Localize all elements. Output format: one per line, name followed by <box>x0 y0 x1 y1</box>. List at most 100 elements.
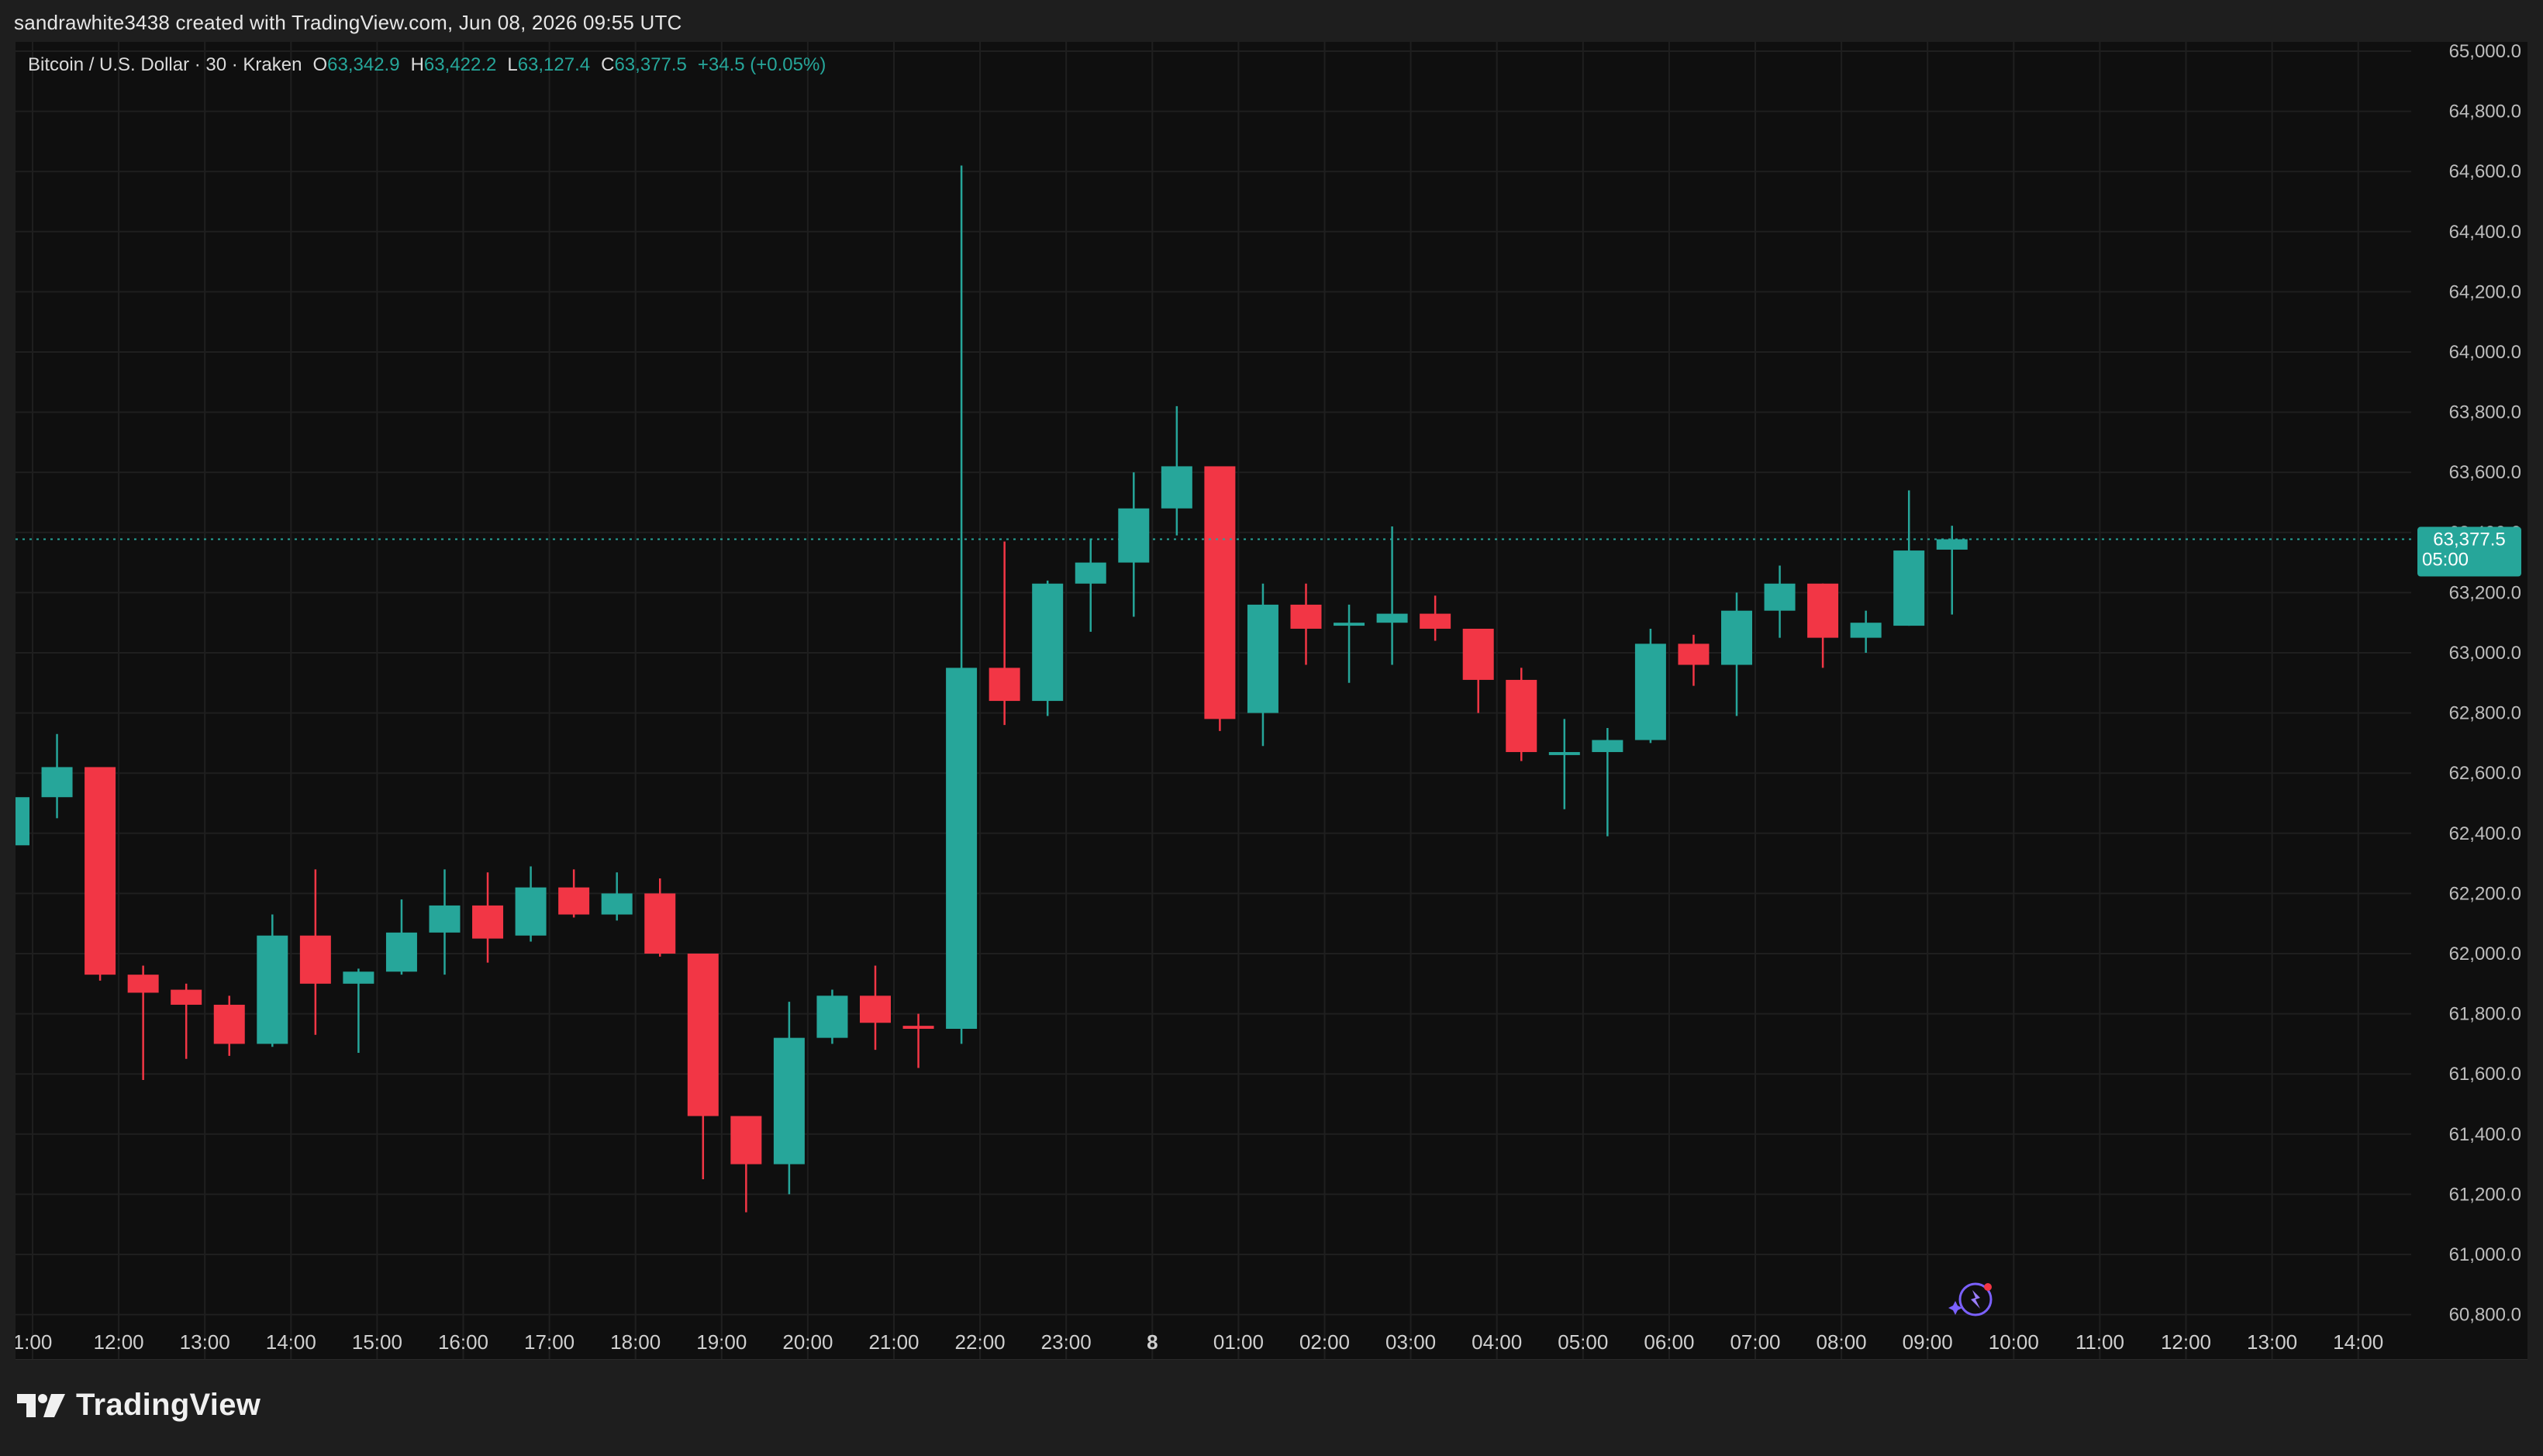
x-tick-label: 10:00 <box>1989 1330 2039 1354</box>
candle-body <box>773 1037 805 1164</box>
y-tick-label: 62,200.0 <box>2449 883 2521 904</box>
x-tick-label: 02:00 <box>1299 1330 1350 1354</box>
ohlc-legend: Bitcoin / U.S. Dollar · 30 · Kraken O63,3… <box>28 54 826 76</box>
candle-body <box>989 668 1020 702</box>
candle-body <box>1075 562 1106 584</box>
candle <box>644 878 676 957</box>
candle-body <box>558 887 590 915</box>
candle-body <box>171 989 202 1005</box>
y-tick-label: 63,000.0 <box>2449 643 2521 664</box>
candle <box>1850 610 1882 653</box>
candle-body <box>515 887 547 936</box>
candle-body <box>1764 583 1796 611</box>
candle-body <box>472 905 504 939</box>
y-tick-label: 61,800.0 <box>2449 1004 2521 1025</box>
x-tick-label: 12:00 <box>2161 1330 2211 1354</box>
x-tick-label: 15:00 <box>352 1330 402 1354</box>
candle <box>213 995 245 1056</box>
change-value: +34.5 (+0.05%) <box>697 54 826 75</box>
close-label: C <box>601 54 615 75</box>
candle-body <box>1850 623 1882 638</box>
candles <box>16 165 1968 1213</box>
y-tick-label: 64,800.0 <box>2449 102 2521 122</box>
y-tick-label: 62,400.0 <box>2449 823 2521 844</box>
candle <box>1506 668 1537 761</box>
candle-body <box>1161 466 1192 509</box>
candle-body <box>1548 752 1580 755</box>
y-tick-label: 61,400.0 <box>2449 1124 2521 1145</box>
candle <box>1893 490 1925 626</box>
candle-body <box>127 975 159 993</box>
y-tick-label: 64,200.0 <box>2449 281 2521 302</box>
y-tick-label: 64,600.0 <box>2449 161 2521 182</box>
x-tick-label: 21:00 <box>868 1330 919 1354</box>
y-tick-label: 64,400.0 <box>2449 222 2521 243</box>
candle-body <box>1592 740 1623 753</box>
candle-body <box>816 995 848 1038</box>
x-tick-label: 05:00 <box>1558 1330 1608 1354</box>
candle <box>127 965 159 1080</box>
candle <box>1634 628 1666 744</box>
candle <box>1247 583 1278 747</box>
candle-body <box>601 893 633 915</box>
candle <box>558 869 590 918</box>
chart-caption: sandrawhite3438 created with TradingView… <box>14 11 682 34</box>
candle <box>989 541 1020 726</box>
tradingview-logo-icon <box>17 1393 65 1417</box>
candle <box>1075 538 1106 632</box>
candle <box>385 899 417 975</box>
y-tick-label: 61,200.0 <box>2449 1184 2521 1205</box>
x-tick-label: 18:00 <box>610 1330 661 1354</box>
x-tick-label: 08:00 <box>1817 1330 1867 1354</box>
candle-body <box>85 767 116 975</box>
sparkle-icon[interactable] <box>1948 1282 1993 1316</box>
candle-body <box>299 935 331 984</box>
candle <box>1462 628 1494 713</box>
candle-body <box>213 1004 245 1044</box>
chart-panel[interactable]: 65,000.0 64,800.0 64,600.0 64,400.0 64,200.0… <box>16 42 2527 1360</box>
candle <box>1420 595 1451 641</box>
y-tick-label: 62,800.0 <box>2449 703 2521 724</box>
price-axis[interactable]: 65,000.0 64,800.0 64,600.0 64,400.0 64,200.0… <box>2449 42 2521 1326</box>
x-tick-label: 11:00 <box>2075 1330 2124 1354</box>
price-badge-countdown: 05:00 <box>2422 550 2469 571</box>
candle <box>601 872 633 921</box>
x-tick-label: 04:00 <box>1472 1330 1522 1354</box>
candle-body <box>1032 583 1064 702</box>
symbol-name[interactable]: Bitcoin / U.S. Dollar · 30 · Kraken <box>28 54 302 75</box>
candle-body <box>687 954 719 1116</box>
price-badge: 63,377.5 05:00 <box>2417 526 2521 577</box>
candle-body <box>343 971 374 984</box>
tradingview-logo[interactable]: TradingView <box>17 1388 261 1423</box>
x-tick-label: 20:00 <box>782 1330 833 1354</box>
candle-body <box>1936 539 1968 550</box>
high-value: 63,422.2 <box>423 54 497 75</box>
y-tick-label: 61,600.0 <box>2449 1064 2521 1085</box>
candle <box>1204 466 1236 731</box>
price-badge-price: 63,377.5 <box>2433 530 2505 550</box>
candle <box>41 733 73 819</box>
candle-body <box>16 797 29 846</box>
candle <box>1118 472 1150 617</box>
candle <box>946 165 978 1044</box>
x-tick-label: 23:00 <box>1041 1330 1092 1354</box>
candle <box>171 983 202 1059</box>
candle <box>257 914 288 1047</box>
candle-body <box>1334 623 1365 626</box>
candle <box>816 989 848 1044</box>
y-tick-label: 65,000.0 <box>2449 42 2521 62</box>
candlestick-chart[interactable]: 65,000.0 64,800.0 64,600.0 64,400.0 64,200.0… <box>16 42 2527 1360</box>
candle-body <box>946 668 978 1029</box>
candle-body <box>1204 466 1236 719</box>
candle-body <box>1376 613 1408 623</box>
candle-body <box>1420 613 1451 629</box>
candle-body <box>257 935 288 1044</box>
candle <box>16 797 29 846</box>
x-tick-label: 14:00 <box>266 1330 316 1354</box>
candle <box>687 954 719 1179</box>
time-axis[interactable]: 1:00 12:00 13:00 14:00 15:00 16:00 17:00 18:00 1… <box>16 1330 2383 1354</box>
y-tick-label: 60,800.0 <box>2449 1305 2521 1326</box>
candle-body <box>1893 550 1925 626</box>
y-tick-label: 63,800.0 <box>2449 402 2521 423</box>
candle <box>860 965 891 1051</box>
